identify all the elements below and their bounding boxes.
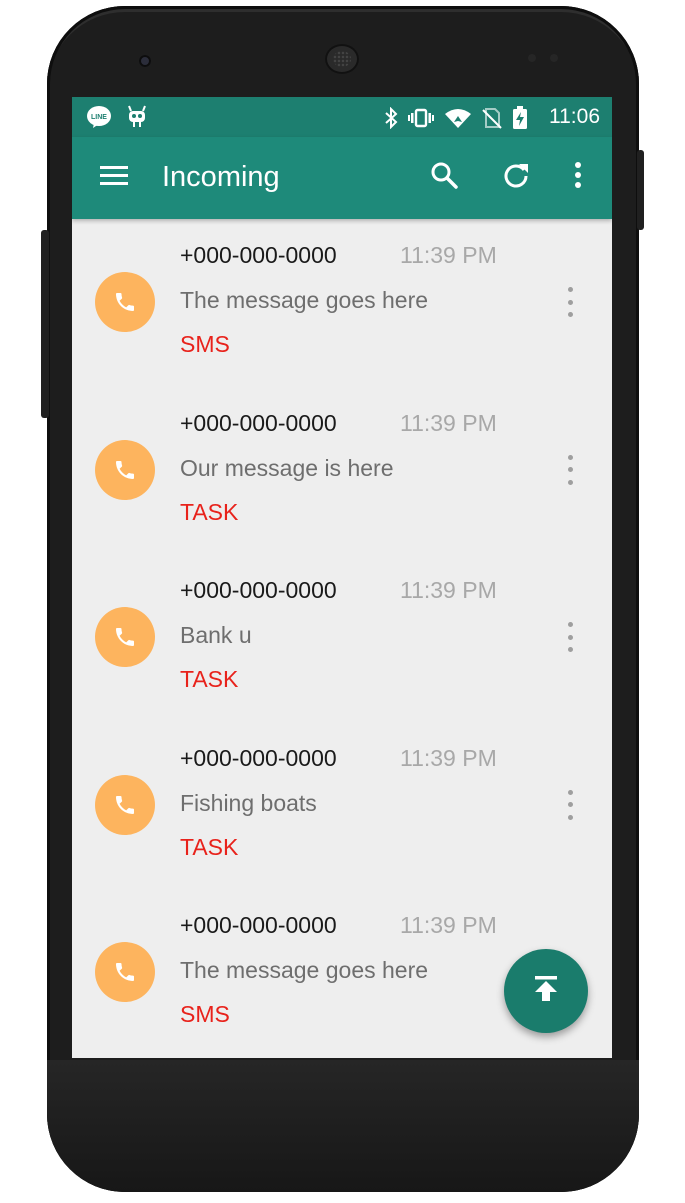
phone-icon (95, 607, 155, 667)
message-type-label: TASK (180, 498, 239, 525)
wifi-icon (444, 107, 472, 134)
message-type-label: TASK (180, 833, 239, 860)
robot-icon (126, 105, 148, 134)
message-time: 11:39 PM (400, 409, 497, 436)
light-sensor (550, 54, 558, 62)
earpiece-speaker (325, 44, 359, 74)
phone-icon (95, 942, 155, 1002)
message-text: The message goes here (180, 957, 429, 983)
page-title: Incoming (162, 161, 280, 193)
search-icon (430, 161, 458, 194)
phone-chin (47, 1060, 639, 1192)
message-row[interactable]: +000-000-0000 11:39 PM Bank u TASK (72, 554, 612, 722)
status-time: 11:06 (549, 105, 600, 128)
message-text: The message goes here (180, 287, 429, 313)
sender-number: +000-000-0000 (180, 744, 337, 771)
message-time: 11:39 PM (400, 242, 497, 268)
message-row[interactable]: +000-000-0000 11:39 PM The message goes he… (72, 219, 612, 387)
phone-icon (95, 439, 155, 500)
menu-icon (99, 163, 129, 192)
message-text: Bank u (180, 622, 252, 648)
svg-text:LINE: LINE (91, 114, 107, 121)
sender-number: +000-000-0000 (180, 912, 337, 938)
refresh-button[interactable] (496, 157, 536, 197)
message-time: 11:39 PM (400, 912, 497, 938)
volume-button (41, 230, 49, 418)
proximity-sensor (528, 54, 536, 62)
phone-icon (95, 272, 155, 332)
more-vert-icon[interactable] (562, 287, 578, 317)
message-text: Fishing boats (180, 789, 317, 816)
publish-icon (533, 975, 559, 1008)
no-sim-icon (482, 107, 502, 134)
more-vert-icon (574, 161, 582, 193)
status-bar: LINE 11:06 (72, 97, 612, 137)
line-icon: LINE (86, 105, 112, 134)
bluetooth-icon (384, 106, 398, 134)
more-vert-icon[interactable] (562, 622, 578, 652)
refresh-icon (502, 161, 530, 194)
phone-icon (95, 774, 155, 835)
more-vert-icon[interactable] (562, 789, 578, 820)
menu-button[interactable] (94, 157, 134, 197)
message-type-label: SMS (180, 1001, 230, 1027)
screen: LINE 11:06 Incoming +000-000-0000 11:39 … (72, 97, 612, 1058)
power-button (637, 150, 644, 230)
message-type-label: TASK (180, 666, 239, 692)
scroll-to-top-button[interactable] (504, 949, 588, 1033)
message-time: 11:39 PM (400, 577, 497, 603)
sender-number: +000-000-0000 (180, 577, 337, 603)
message-list: +000-000-0000 11:39 PM The message goes he… (72, 219, 612, 1057)
battery-charging-icon (512, 106, 528, 135)
message-type-label: SMS (180, 331, 230, 357)
message-row[interactable]: +000-000-0000 11:39 PM Fishing boats TASK (72, 722, 612, 890)
more-vert-icon[interactable] (562, 454, 578, 485)
search-button[interactable] (424, 157, 464, 197)
app-bar: Incoming (72, 137, 612, 219)
message-text: Our message is here (180, 454, 394, 481)
message-row[interactable]: +000-000-0000 11:39 PM Our message is here… (72, 387, 612, 555)
sender-number: +000-000-0000 (180, 409, 337, 436)
vibrate-icon (408, 107, 434, 134)
overflow-menu-button[interactable] (558, 157, 598, 197)
message-time: 11:39 PM (400, 744, 497, 771)
front-camera (139, 55, 151, 67)
sender-number: +000-000-0000 (180, 242, 337, 268)
